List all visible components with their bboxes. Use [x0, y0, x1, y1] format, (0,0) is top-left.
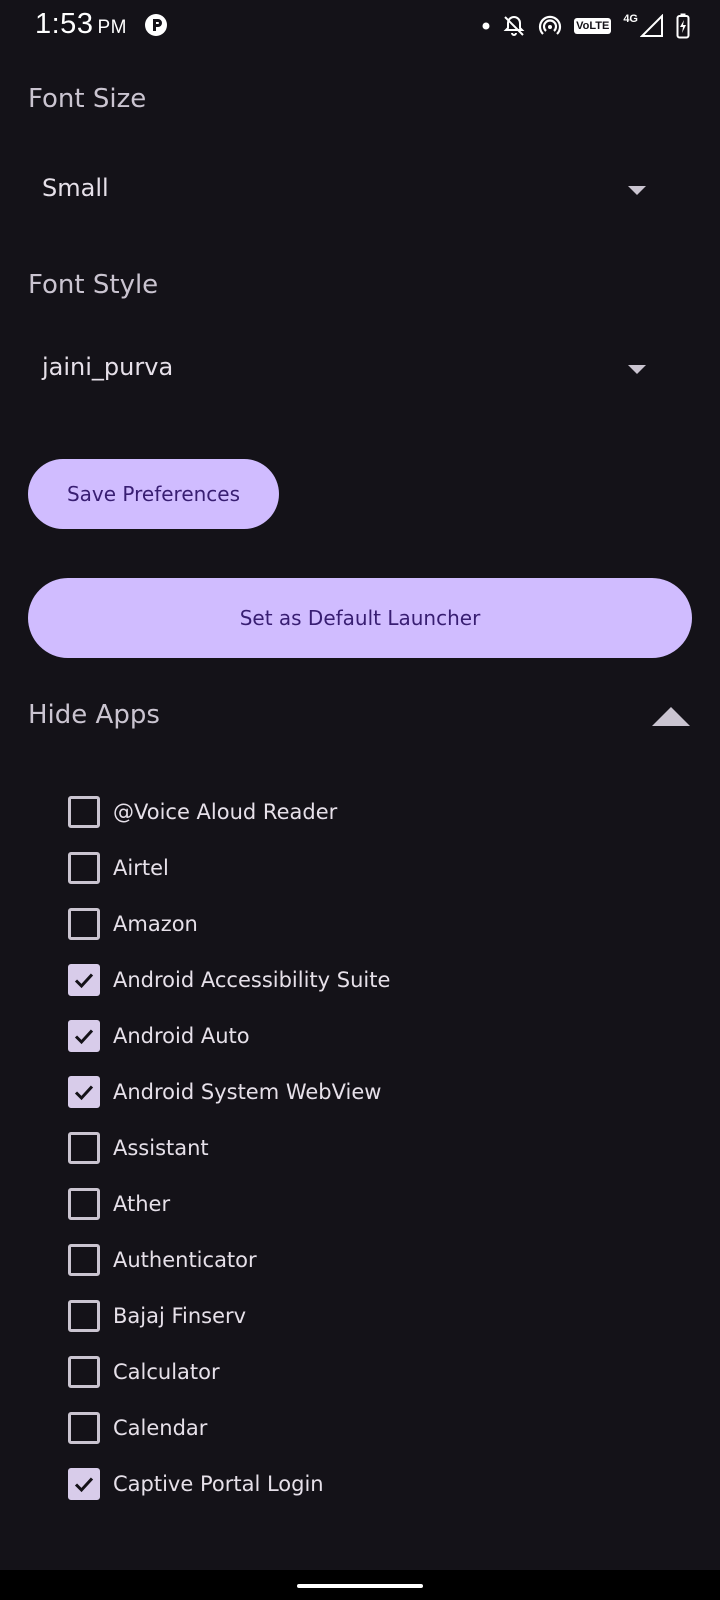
app-name: Calculator	[113, 1360, 220, 1384]
hide-apps-list: @Voice Aloud Reader Airtel Amazon Android A…	[68, 784, 668, 1512]
app-list-item[interactable]: Android Auto	[68, 1008, 668, 1064]
app-list-item[interactable]: Calendar	[68, 1400, 668, 1456]
app-checkbox[interactable]	[68, 1188, 100, 1220]
app-name: Bajaj Finserv	[113, 1304, 247, 1328]
app-list-item[interactable]: Android System WebView	[68, 1064, 668, 1120]
checkmark-icon	[74, 1477, 94, 1493]
hide-apps-label: Hide Apps	[28, 700, 160, 730]
set-default-launcher-button[interactable]: Set as Default Launcher	[28, 578, 692, 658]
dropdown-arrow-icon	[628, 186, 646, 195]
status-time-value: 1:53	[35, 8, 94, 40]
hotspot-icon	[539, 15, 562, 35]
app-name: Ather	[113, 1192, 171, 1216]
font-style-value: jaini_purva	[42, 353, 174, 381]
app-name: Calendar	[113, 1416, 208, 1440]
app-name: Assistant	[113, 1136, 209, 1160]
app-name: Android Auto	[113, 1024, 250, 1048]
app-checkbox[interactable]	[68, 908, 100, 940]
font-size-value: Small	[42, 174, 109, 202]
app-list-item[interactable]: Amazon	[68, 896, 668, 952]
status-time-ampm: PM	[97, 17, 127, 38]
app-checkbox[interactable]	[68, 1132, 100, 1164]
app-checkbox[interactable]	[68, 796, 100, 828]
home-gesture-handle[interactable]	[297, 1584, 423, 1588]
font-style-dropdown[interactable]: jaini_purva	[28, 339, 668, 399]
app-list-item[interactable]: Bajaj Finserv	[68, 1288, 668, 1344]
volte-badge: VoLTE	[574, 18, 612, 34]
app-list-item[interactable]: Android Accessibility Suite	[68, 952, 668, 1008]
notification-app-icon	[144, 13, 168, 37]
app-name: Captive Portal Login	[113, 1472, 324, 1496]
save-preferences-button[interactable]: Save Preferences	[28, 459, 279, 529]
app-checkbox[interactable]	[68, 964, 100, 996]
app-checkbox[interactable]	[68, 1468, 100, 1500]
app-checkbox[interactable]	[68, 1244, 100, 1276]
status-icons: VoLTE 4G	[482, 12, 690, 40]
app-name: @Voice Aloud Reader	[113, 800, 338, 824]
app-name: Airtel	[113, 856, 169, 880]
app-list-item[interactable]: Airtel	[68, 840, 668, 896]
navigation-bar	[0, 1570, 720, 1600]
collapse-arrow-icon[interactable]	[652, 707, 690, 726]
status-time: 1:53 PM	[35, 8, 127, 41]
app-checkbox[interactable]	[68, 852, 100, 884]
app-checkbox[interactable]	[68, 1076, 100, 1108]
hide-apps-header[interactable]: Hide Apps	[28, 700, 692, 740]
app-name: Android Accessibility Suite	[113, 968, 391, 992]
app-list-item[interactable]: Assistant	[68, 1120, 668, 1176]
bell-off-icon	[503, 15, 525, 36]
app-list-item[interactable]: Authenticator	[68, 1232, 668, 1288]
notification-dot-icon	[482, 22, 490, 30]
app-name: Android System WebView	[113, 1080, 382, 1104]
checkmark-icon	[74, 973, 94, 989]
app-checkbox[interactable]	[68, 1356, 100, 1388]
app-list-item[interactable]: Captive Portal Login	[68, 1456, 668, 1512]
signal-icon	[640, 14, 663, 37]
dropdown-arrow-icon	[628, 365, 646, 374]
battery-charging-icon	[676, 13, 690, 39]
app-name: Authenticator	[113, 1248, 257, 1272]
checkmark-icon	[74, 1029, 94, 1045]
font-size-dropdown[interactable]: Small	[28, 160, 668, 220]
app-list-item[interactable]: Ather	[68, 1176, 668, 1232]
app-list-item[interactable]: Calculator	[68, 1344, 668, 1400]
font-size-label: Font Size	[28, 84, 147, 114]
app-name: Amazon	[113, 912, 198, 936]
app-list-item[interactable]: @Voice Aloud Reader	[68, 784, 668, 840]
checkmark-icon	[74, 1085, 94, 1101]
network-type: 4G	[623, 13, 638, 25]
app-checkbox[interactable]	[68, 1300, 100, 1332]
font-style-label: Font Style	[28, 270, 159, 300]
app-checkbox[interactable]	[68, 1412, 100, 1444]
app-checkbox[interactable]	[68, 1020, 100, 1052]
status-bar: 1:53 PM VoLTE 4G	[0, 0, 720, 52]
